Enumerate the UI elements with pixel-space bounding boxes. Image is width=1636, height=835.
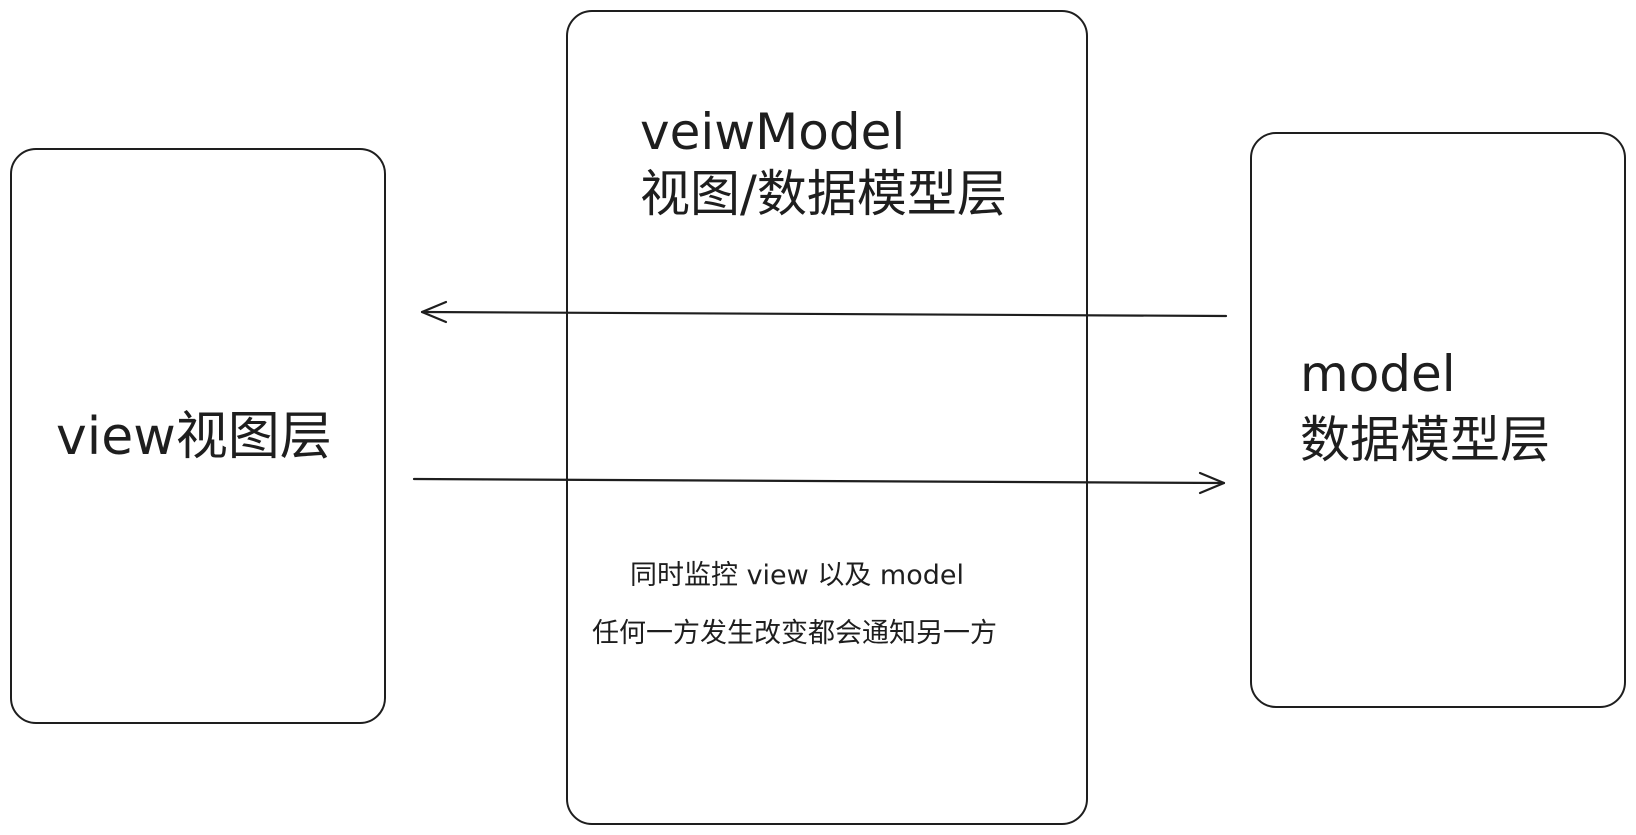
connector-arrows (412, 300, 1228, 495)
arrow-view-to-model (412, 471, 1226, 495)
arrow-model-to-view (420, 300, 1228, 324)
